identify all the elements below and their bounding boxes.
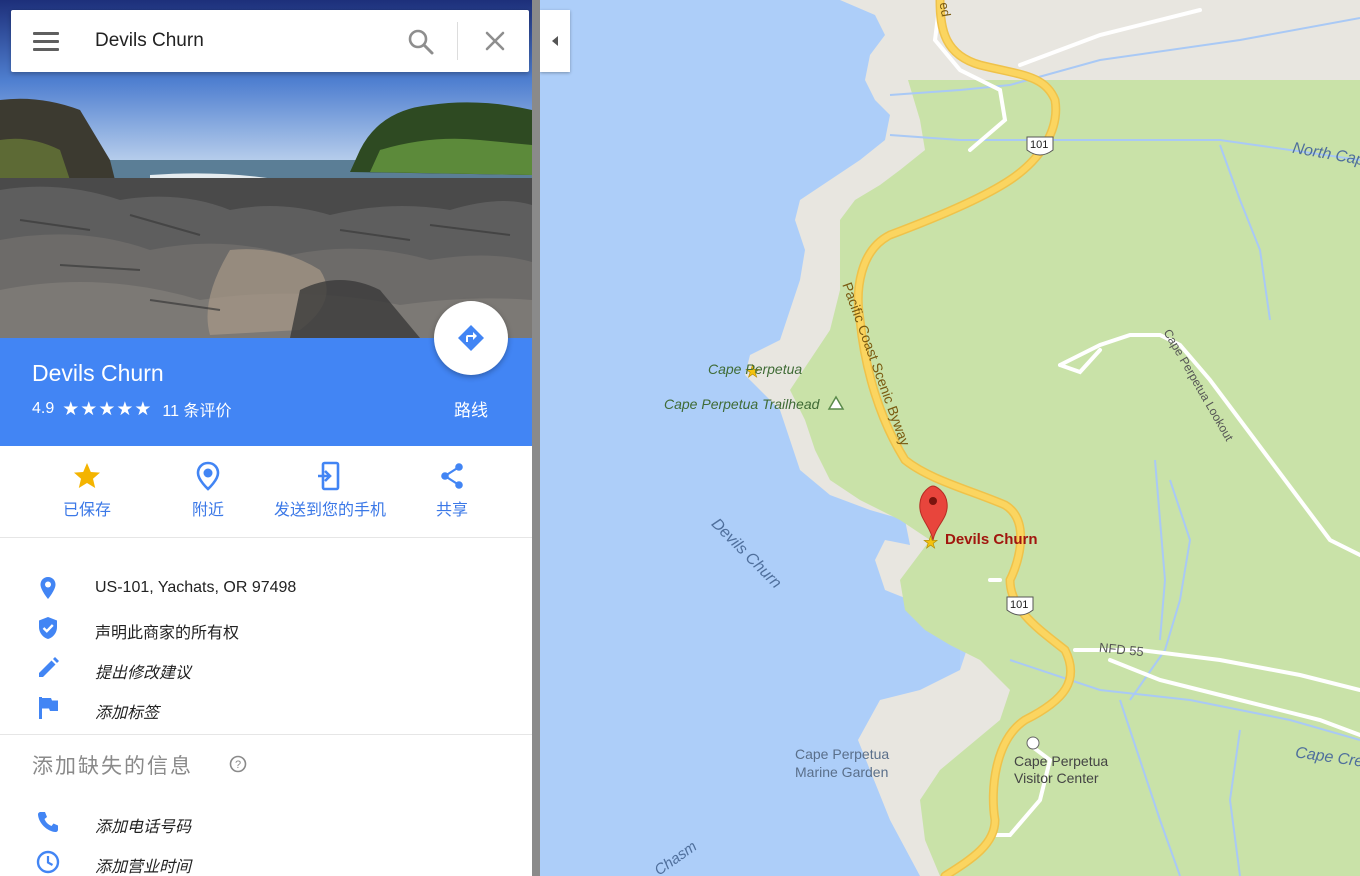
add-hours-text: 添加营业时间 [95,859,192,876]
map-label-cape-perpetua[interactable]: Cape Perpetua [708,361,802,377]
svg-text:?: ? [235,759,241,771]
search-input[interactable] [95,26,395,56]
send-to-phone-button[interactable]: 发送到您的手机 [260,460,400,520]
help-icon[interactable]: ? [229,755,247,773]
directions-button[interactable] [434,301,508,375]
star-icon [74,463,100,488]
missing-info-title: 添加缺失的信息 [32,755,193,778]
send-to-phone-icon [318,461,340,491]
place-title: Devils Churn [32,360,164,386]
add-hours-row[interactable]: 添加营业时间 [0,842,532,876]
reviews-link[interactable]: 11 条评价 [162,397,231,421]
map-label-marine-garden-1: Cape Perpetua [795,746,890,762]
search-box [11,10,529,72]
clock-icon [36,850,60,874]
pencil-icon [39,657,59,677]
location-pin-icon [40,577,56,599]
add-label-row[interactable]: 添加标签 [0,688,532,724]
nearby-button[interactable]: 附近 [138,460,278,520]
action-bar: 已保存 附近 发送到您的手机 共享 [0,446,532,538]
svg-text:★: ★ [923,533,938,553]
directions-label[interactable]: 路线 [436,396,506,421]
claim-business-row[interactable]: 声明此商家的所有权 [0,608,532,644]
map-label-visitor-center-2[interactable]: Visitor Center [1014,770,1099,786]
address-text: US-101, Yachats, OR 97498 [95,579,297,596]
google-maps-app: ★ ★ ed 101 101 North Cap Cape Perpetua C… [0,0,1360,876]
map-label-trailhead[interactable]: Cape Perpetua Trailhead [664,396,819,412]
directions-icon [458,325,484,351]
map-label-road-top: ed [936,1,954,18]
save-label: 已保存 [62,502,111,519]
claim-business-text: 声明此商家的所有权 [95,625,240,642]
suggest-edit-row[interactable]: 提出修改建议 [0,648,532,684]
add-phone-row[interactable]: 添加电话号码 [0,802,532,838]
route-shield-101-a-label: 101 [1030,139,1049,151]
rating-stars-icon: ★★★★★ [62,398,153,420]
rating-row: 4.9 ★★★★★ 11 条评价 [32,397,231,421]
add-phone-text: 添加电话号码 [95,819,192,836]
panel-scrollbar[interactable] [532,0,540,876]
map-canvas[interactable]: ★ ★ ed 101 101 North Cap Cape Perpetua C… [540,0,1360,876]
section-divider [0,734,532,735]
map-label-devils-churn-marker[interactable]: Devils Churn [945,531,1038,548]
flag-icon [39,697,58,719]
close-icon[interactable] [482,28,508,54]
phone-icon [38,812,58,832]
nearby-label: 附近 [191,502,224,519]
caret-left-icon [552,36,558,46]
save-button[interactable]: 已保存 [17,460,157,520]
search-icon[interactable] [407,28,435,56]
share-label: 共享 [435,502,468,519]
search-divider [457,22,458,60]
nearby-icon [196,461,220,491]
map-graphic[interactable]: ★ ★ [540,0,1360,876]
add-label-text: 添加标签 [95,705,160,722]
map-label-visitor-center-1[interactable]: Cape Perpetua [1014,753,1108,769]
send-to-phone-label: 发送到您的手机 [273,502,386,519]
map-label-marine-garden-2: Marine Garden [795,764,889,780]
place-panel: Devils Churn 4.9 ★★★★★ 11 条评价 路线 已保存 [0,0,532,876]
route-shield-101-b-label: 101 [1010,599,1029,611]
share-icon [441,463,463,489]
verified-shield-icon [39,617,57,639]
rating-value: 4.9 [32,400,55,417]
suggest-edit-text: 提出修改建议 [95,665,192,682]
address-row[interactable]: US-101, Yachats, OR 97498 [0,568,532,604]
share-button[interactable]: 共享 [382,460,522,520]
collapse-panel-button[interactable] [540,10,570,72]
menu-icon[interactable] [33,30,59,52]
